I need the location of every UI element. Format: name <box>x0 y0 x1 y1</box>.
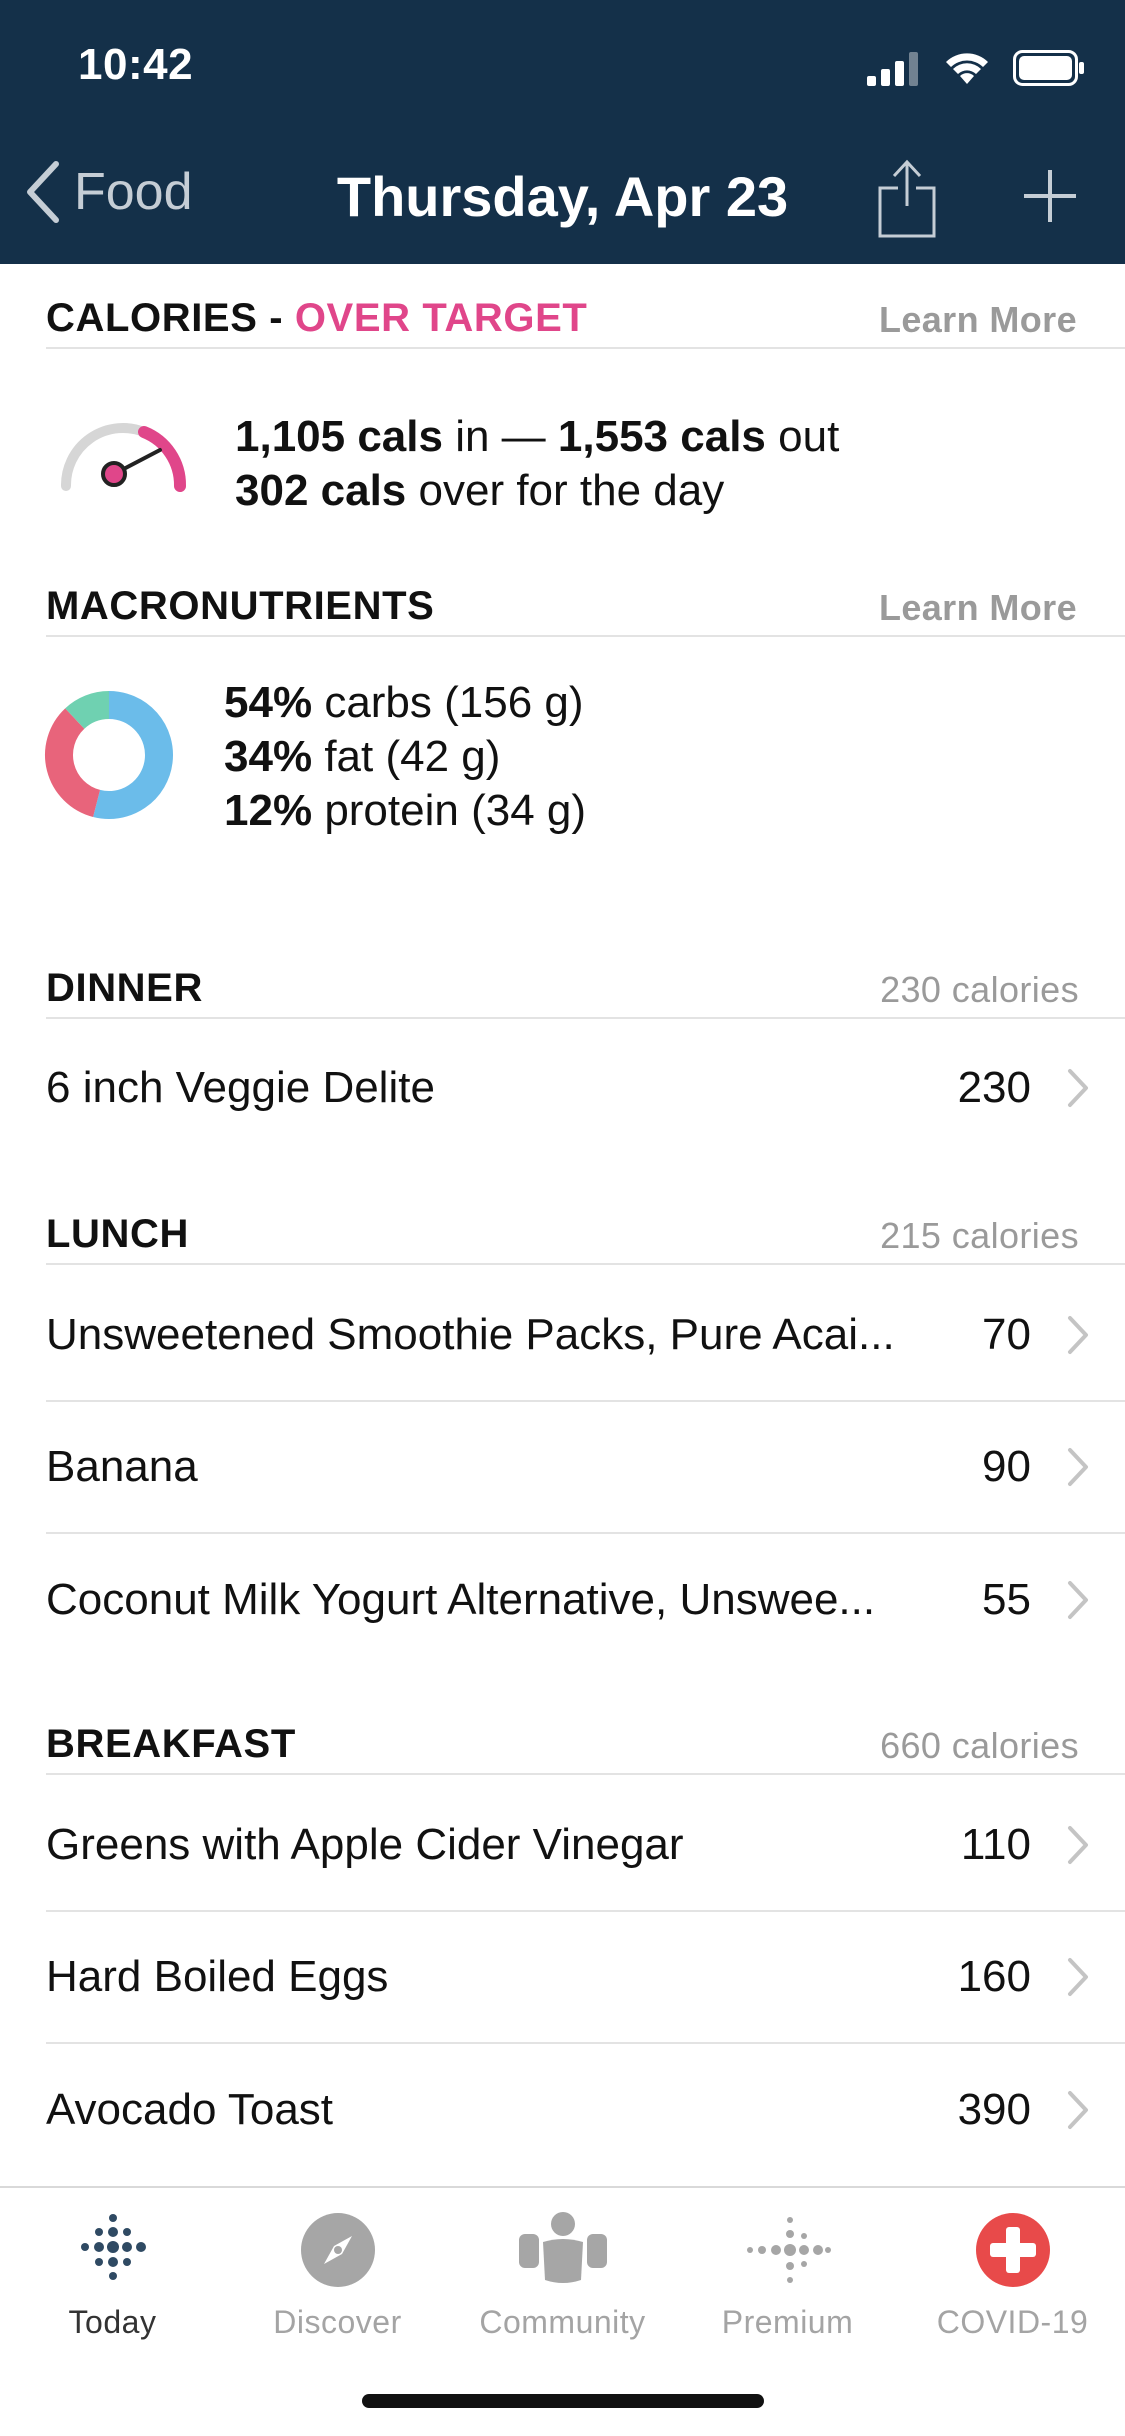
app-header: 10:42 Food Thursday, Apr 23 <box>0 0 1125 264</box>
calories-heading: CALORIES <box>46 296 258 340</box>
calories-learn-more-link[interactable]: Learn More <box>879 299 1077 341</box>
medical-cross-icon <box>975 2213 1050 2287</box>
calories-over-suffix: over for the day <box>418 466 725 515</box>
tab-premium[interactable]: Premium <box>675 2210 900 2341</box>
calories-in-value: 1,105 cals <box>235 412 443 461</box>
tab-label: Today <box>68 2304 157 2340</box>
meal-title: DINNER <box>46 966 203 1010</box>
food-calories: 230 <box>957 1063 1031 1112</box>
tab-community[interactable]: Community <box>450 2210 675 2341</box>
food-name: Banana <box>46 1442 198 1491</box>
community-icon <box>518 2212 607 2283</box>
food-name: Coconut Milk Yogurt Alternative, Unswee.… <box>46 1575 876 1624</box>
food-name: Avocado Toast <box>46 2085 334 2134</box>
calories-in-suffix: in — <box>455 412 546 461</box>
chevron-right-icon <box>1031 1580 1125 1620</box>
meal-calories: 230 calories <box>880 969 1079 1010</box>
food-name: 6 inch Veggie Delite <box>46 1063 435 1112</box>
donut-slice-protein <box>65 691 110 730</box>
macros-breakdown: 54% carbs (156 g) 34% fat (42 g) 12% pro… <box>224 676 586 838</box>
share-button[interactable] <box>876 154 938 245</box>
fat-pct: 34% <box>224 732 313 781</box>
plus-icon <box>1024 170 1076 222</box>
food-calories: 390 <box>957 2085 1031 2134</box>
food-name: Greens with Apple Cider Vinegar <box>46 1820 684 1869</box>
food-row[interactable]: Avocado Toast 390 <box>46 2044 1125 2176</box>
food-calories: 160 <box>957 1952 1031 2001</box>
macro-carbs: 54% carbs (156 g) <box>224 676 586 730</box>
chevron-right-icon <box>1031 2090 1125 2130</box>
gauge-icon <box>60 423 187 492</box>
calories-out-value: 1,553 cals <box>557 412 766 461</box>
calorie-summary: 1,105 cals in — 1,553 cals out 302 cals … <box>235 410 839 518</box>
protein-label: protein (34 g) <box>324 786 587 835</box>
food-row[interactable]: Greens with Apple Cider Vinegar 110 <box>46 1780 1125 1912</box>
tab-covid[interactable]: COVID-19 <box>900 2210 1125 2341</box>
over-target-label: OVER TARGET <box>294 296 588 340</box>
calorie-gauge <box>56 408 190 498</box>
tab-label: Discover <box>273 2304 402 2340</box>
food-calories: 55 <box>982 1575 1031 1624</box>
carbs-label: carbs (156 g) <box>324 678 584 727</box>
food-row[interactable]: 6 inch Veggie Delite 230 <box>46 1022 1125 1154</box>
macro-fat: 34% fat (42 g) <box>224 730 586 784</box>
food-name: Unsweetened Smoothie Packs, Pure Acai... <box>46 1310 895 1359</box>
meal-title: LUNCH <box>46 1212 189 1256</box>
macros-donut-chart <box>45 691 173 819</box>
food-calories: 110 <box>960 1820 1031 1869</box>
premium-dots-icon <box>746 2217 831 2283</box>
compass-icon <box>300 2213 375 2287</box>
battery-icon <box>1013 50 1084 86</box>
page-title: Thursday, Apr 23 <box>336 165 789 228</box>
fat-label: fat (42 g) <box>324 732 501 781</box>
meal-header-lunch: LUNCH 215 calories <box>46 1212 1125 1265</box>
meal-header-dinner: DINNER 230 calories <box>46 966 1125 1019</box>
food-name: Hard Boiled Eggs <box>46 1952 389 2001</box>
food-row[interactable]: Unsweetened Smoothie Packs, Pure Acai...… <box>46 1270 1125 1402</box>
protein-pct: 12% <box>224 786 313 835</box>
calories-out-suffix: out <box>778 412 840 461</box>
tab-label: Premium <box>721 2304 854 2340</box>
status-time: 10:42 <box>78 40 194 89</box>
calories-separator: - <box>269 296 284 340</box>
meal-calories: 215 calories <box>880 1215 1079 1256</box>
wifi-icon <box>946 53 988 84</box>
share-icon <box>878 159 936 238</box>
calories-title: CALORIES - OVER TARGET <box>46 296 587 341</box>
chevron-right-icon <box>1031 1068 1125 1108</box>
food-calories: 70 <box>982 1310 1031 1359</box>
food-row[interactable]: Coconut Milk Yogurt Alternative, Unswee.… <box>46 1534 1125 1666</box>
macro-protein: 12% protein (34 g) <box>224 784 586 838</box>
macros-learn-more-link[interactable]: Learn More <box>879 587 1077 629</box>
calories-over-value: 302 cals <box>235 466 407 515</box>
signal-icon <box>867 52 918 86</box>
chevron-right-icon <box>1031 1315 1125 1355</box>
fitbit-dots-icon <box>80 2214 146 2280</box>
food-calories: 90 <box>982 1442 1031 1491</box>
tab-discover[interactable]: Discover <box>225 2210 450 2341</box>
tab-today[interactable]: Today <box>0 2210 225 2341</box>
meal-header-breakfast: BREAKFAST 660 calories <box>46 1722 1125 1775</box>
meal-calories: 660 calories <box>880 1725 1079 1766</box>
add-button[interactable] <box>1020 166 1080 231</box>
chevron-right-icon <box>1031 1957 1125 1997</box>
calories-header: CALORIES - OVER TARGET Learn More <box>46 296 1125 349</box>
meal-title: BREAKFAST <box>46 1722 296 1766</box>
food-row[interactable]: Banana 90 <box>46 1402 1125 1534</box>
macros-title: MACRONUTRIENTS <box>46 584 435 628</box>
food-row[interactable]: Hard Boiled Eggs 160 <box>46 1912 1125 2044</box>
macros-header: MACRONUTRIENTS Learn More <box>46 584 1125 637</box>
tab-label: COVID-19 <box>936 2304 1089 2340</box>
tab-label: Community <box>479 2304 646 2340</box>
donut-slice-fat <box>45 708 101 817</box>
home-indicator <box>362 2394 764 2408</box>
chevron-right-icon <box>1031 1447 1125 1487</box>
chevron-right-icon <box>1031 1825 1125 1865</box>
carbs-pct: 54% <box>224 678 313 727</box>
donut-slice-carbs <box>93 691 173 819</box>
status-icons <box>867 50 1085 86</box>
